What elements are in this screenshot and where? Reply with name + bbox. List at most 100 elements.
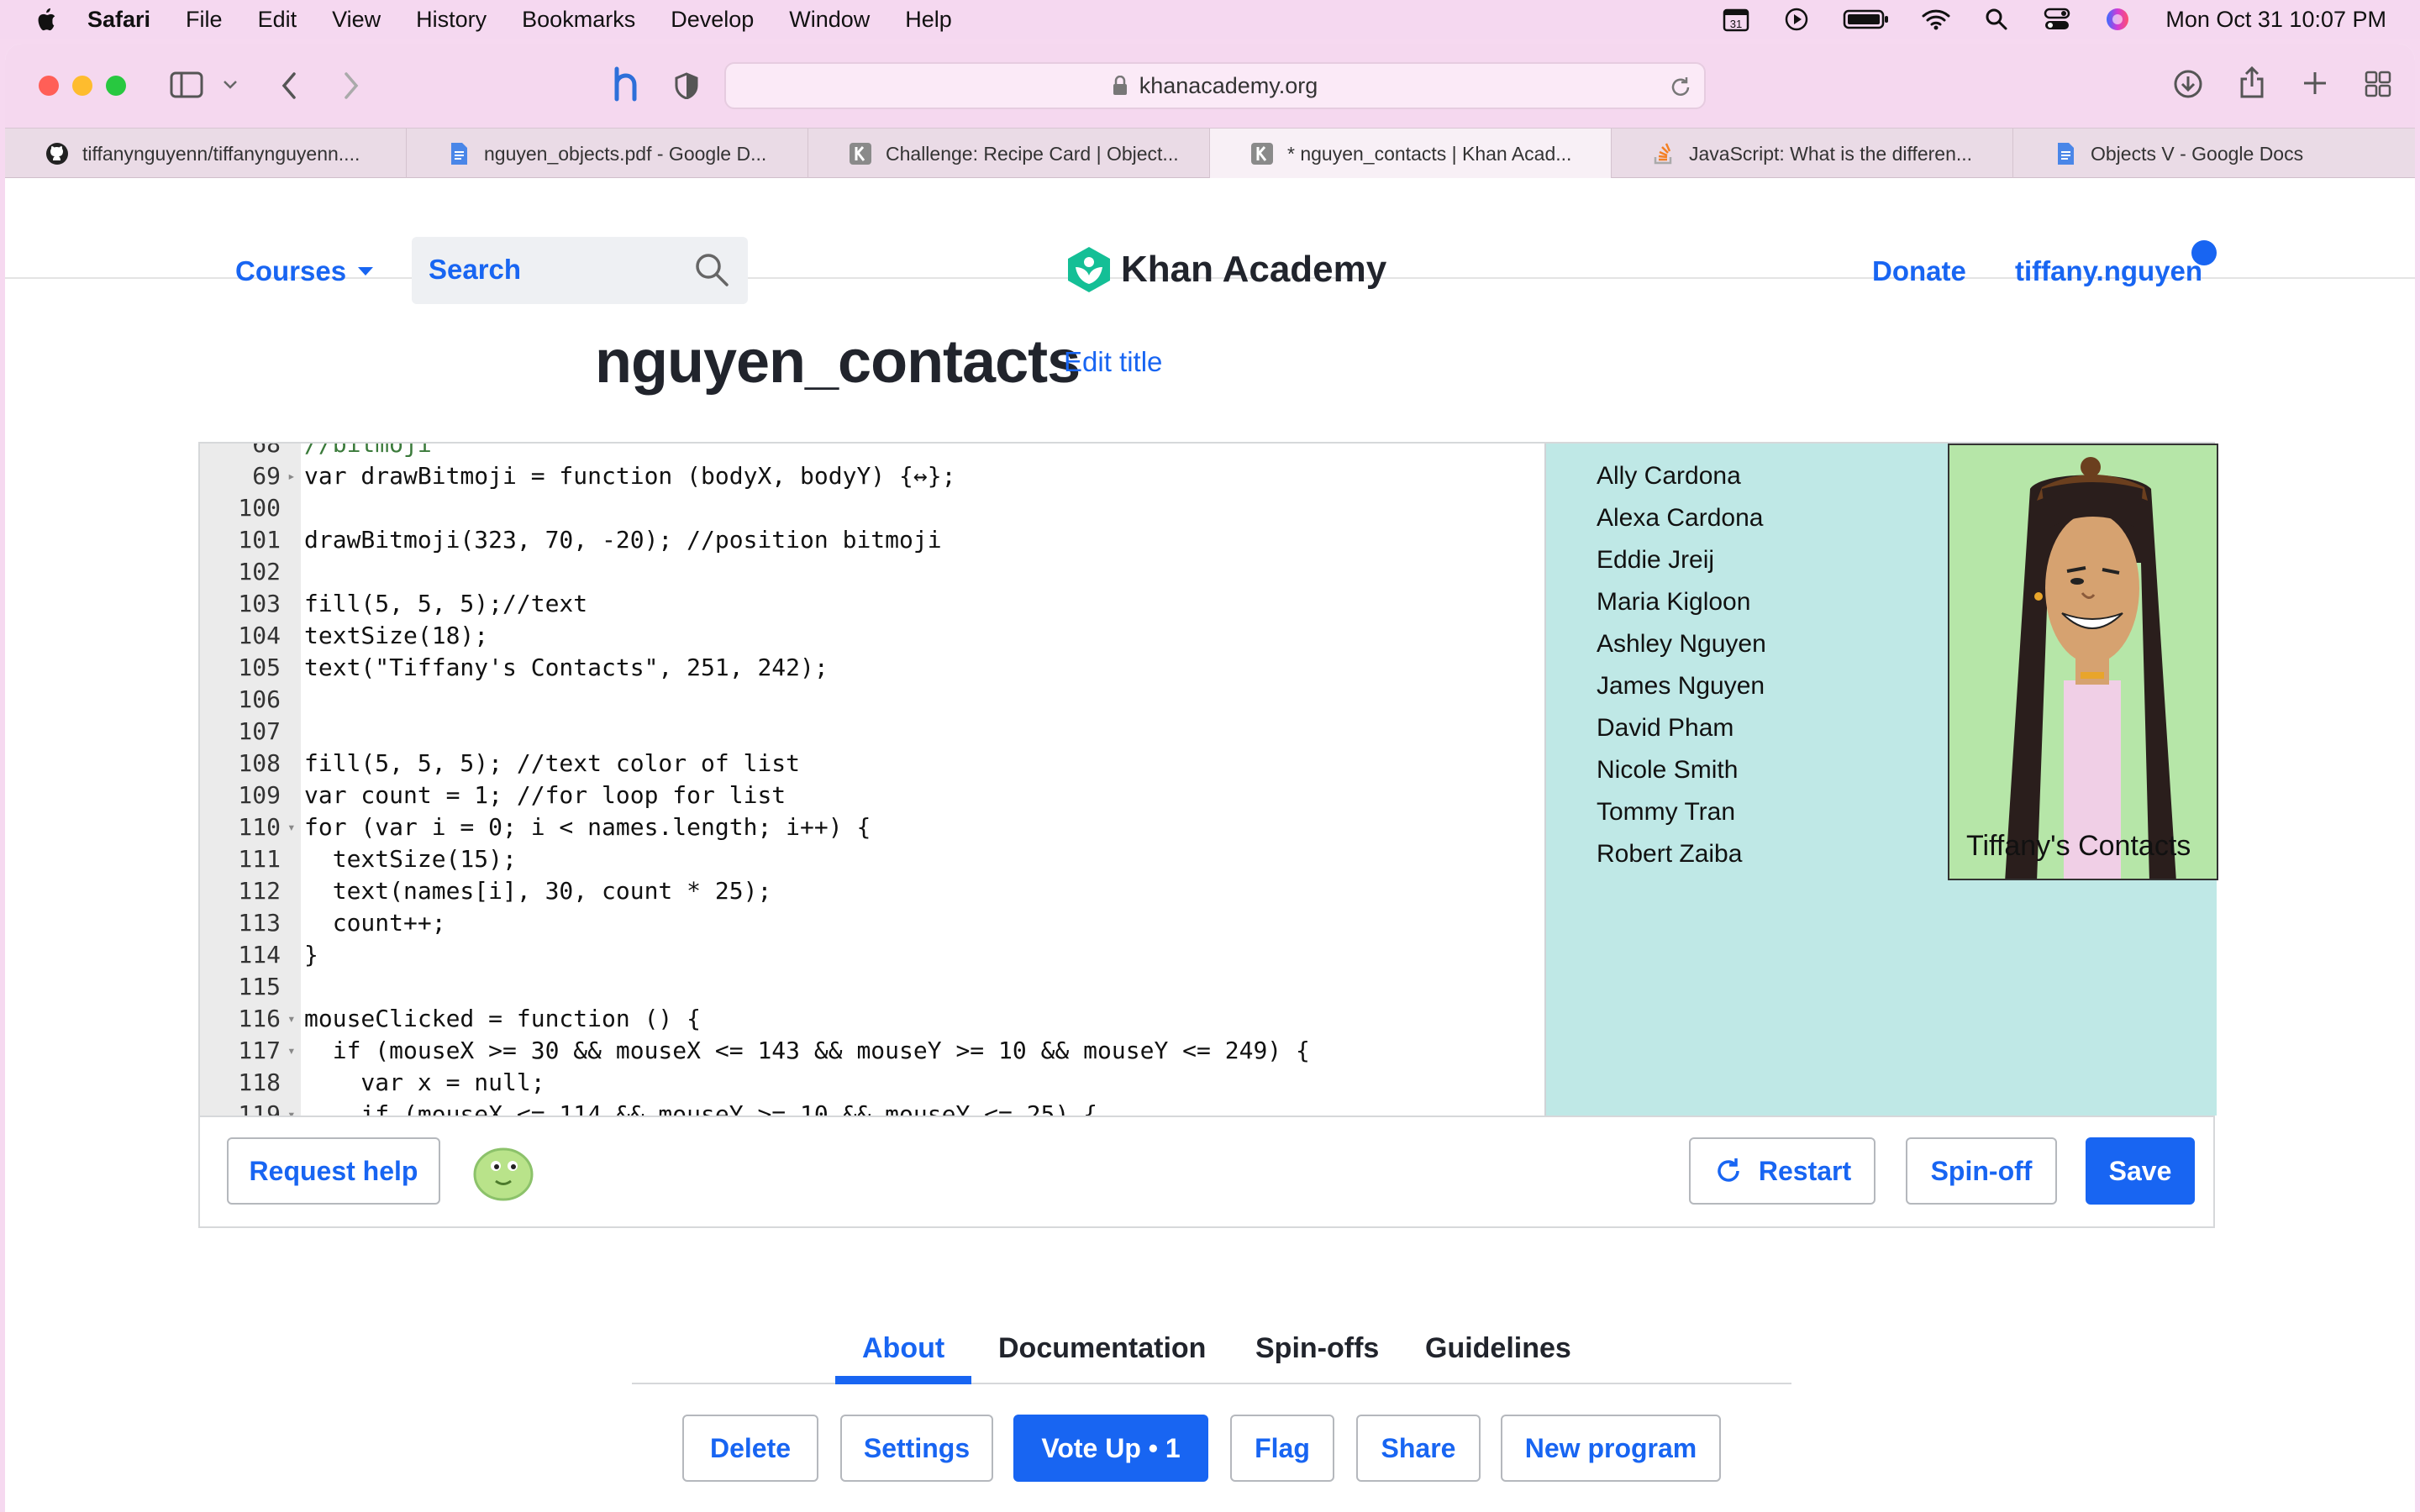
flag-button[interactable]: Flag <box>1230 1415 1334 1482</box>
request-help-button[interactable]: Request help <box>227 1137 440 1205</box>
code-editor[interactable]: 68 //bitmoji 69 ▸ var drawBitmoji = function… <box>200 444 1544 1116</box>
notification-dot[interactable] <box>2191 240 2217 265</box>
code-line[interactable]: 108 fill(5, 5, 5); //text color of list <box>200 748 1544 780</box>
menu-bookmarks[interactable]: Bookmarks <box>522 7 635 33</box>
save-button[interactable]: Save <box>2086 1137 2195 1205</box>
contact-name[interactable]: James Nguyen <box>1597 672 1765 701</box>
calendar-icon[interactable]: 31 <box>1722 7 1750 32</box>
code-line[interactable]: 106 <box>200 684 1544 716</box>
tab-spinoffs[interactable]: Spin-offs <box>1255 1332 1379 1365</box>
site-search[interactable]: Search <box>412 237 748 304</box>
fold-toggle-icon[interactable]: ▾ <box>287 1035 296 1067</box>
menu-help[interactable]: Help <box>905 7 952 33</box>
honey-extension-icon[interactable] <box>610 66 644 104</box>
menubar-clock[interactable]: Mon Oct 31 10:07 PM <box>2165 7 2386 33</box>
contact-name[interactable]: Ally Cardona <box>1597 462 1741 491</box>
reload-icon[interactable] <box>1669 76 1692 99</box>
menu-app-name[interactable]: Safari <box>87 7 150 33</box>
code-line[interactable]: 112 text(names[i], 30, count * 25); <box>200 875 1544 907</box>
code-line[interactable]: 111 textSize(15); <box>200 843 1544 875</box>
khan-academy-logo[interactable]: Khan Academy <box>1065 245 1386 294</box>
code-line[interactable]: 114} <box>200 939 1544 971</box>
code-line[interactable]: 102 <box>200 556 1544 588</box>
control-center-icon[interactable] <box>2043 7 2071 32</box>
fold-toggle-icon[interactable]: ▾ <box>287 811 296 843</box>
menu-view[interactable]: View <box>332 7 381 33</box>
downloads-icon[interactable] <box>2173 69 2203 99</box>
privacy-shield-icon[interactable] <box>674 72 699 99</box>
code-line[interactable]: 119 ▾ if (mouseX <= 114 && mouseY >= 10 &… <box>200 1099 1544 1116</box>
menu-window[interactable]: Window <box>789 7 870 33</box>
contact-name[interactable]: Ashley Nguyen <box>1597 630 1766 659</box>
browser-tab-javascript[interactable]: JavaScript: What is the differen... <box>1612 129 2013 179</box>
code-line[interactable]: 116 ▾ mouseClicked = function () { <box>200 1003 1544 1035</box>
code-line[interactable]: 113 count++; <box>200 907 1544 939</box>
tab-documentation[interactable]: Documentation <box>998 1332 1206 1365</box>
browser-tab-github[interactable]: tiffanynguyenn/tiffanynguyenn.... <box>5 129 407 179</box>
fold-toggle-icon[interactable]: ▾ <box>287 1099 296 1116</box>
code-line[interactable]: 103 fill(5, 5, 5);//text <box>200 588 1544 620</box>
address-bar[interactable]: khanacademy.org <box>724 62 1706 109</box>
tab-about[interactable]: About <box>862 1332 944 1365</box>
back-arrow-icon[interactable] <box>279 71 299 101</box>
minimize-window-button[interactable] <box>72 76 92 96</box>
code-line[interactable]: 101 drawBitmoji(323, 70, -20); //position… <box>200 524 1544 556</box>
contact-name[interactable]: Robert Zaiba <box>1597 840 1742 869</box>
settings-button[interactable]: Settings <box>840 1415 993 1482</box>
code-line[interactable]: 100 <box>200 492 1544 524</box>
close-window-button[interactable] <box>39 76 59 96</box>
contact-name[interactable]: Maria Kigloon <box>1597 588 1750 617</box>
contact-name[interactable]: David Pham <box>1597 714 1733 743</box>
menu-file[interactable]: File <box>186 7 223 33</box>
siri-icon[interactable] <box>2103 7 2132 32</box>
search-icon[interactable] <box>694 252 729 287</box>
vote-up-button[interactable]: Vote Up • 1 <box>1013 1415 1208 1482</box>
code-line[interactable]: 109 var count = 1; //for loop for list <box>200 780 1544 811</box>
fold-toggle-icon[interactable]: ▸ <box>287 460 296 492</box>
share-icon[interactable] <box>2238 66 2265 99</box>
output-canvas[interactable]: Ally Cardona Alexa Cardona Eddie Jreij Mari… <box>1544 444 2218 1116</box>
fold-toggle-icon[interactable]: ▾ <box>287 1003 296 1035</box>
browser-tab-recipe-card[interactable]: Challenge: Recipe Card | Object... <box>808 129 1210 179</box>
restart-button[interactable]: Restart <box>1689 1137 1876 1205</box>
contact-name[interactable]: Nicole Smith <box>1597 756 1738 785</box>
spotlight-search-icon[interactable] <box>1982 7 2011 32</box>
menu-edit[interactable]: Edit <box>258 7 297 33</box>
contact-name[interactable]: Eddie Jreij <box>1597 546 1714 575</box>
donate-link[interactable]: Donate <box>1872 255 1966 287</box>
spinoff-button[interactable]: Spin-off <box>1906 1137 2057 1205</box>
code-line[interactable]: 117 ▾ if (mouseX >= 30 && mouseX <= 143 &… <box>200 1035 1544 1067</box>
wifi-icon[interactable] <box>1922 7 1950 32</box>
edit-title-link[interactable]: Edit title <box>1064 346 1162 378</box>
menu-history[interactable]: History <box>416 7 487 33</box>
contact-name[interactable]: Alexa Cardona <box>1597 504 1763 533</box>
delete-button[interactable]: Delete <box>682 1415 818 1482</box>
sidebar-toggle-icon[interactable] <box>170 71 203 99</box>
forward-arrow-icon[interactable] <box>341 71 361 101</box>
code-line[interactable]: 115 <box>200 971 1544 1003</box>
chevron-down-icon[interactable] <box>222 79 239 91</box>
search-input[interactable]: Search <box>429 254 521 286</box>
play-circle-icon[interactable] <box>1782 7 1811 32</box>
tab-overview-icon[interactable] <box>2365 71 2391 97</box>
code-line[interactable]: 118 var x = null; <box>200 1067 1544 1099</box>
code-line[interactable]: 107 <box>200 716 1544 748</box>
courses-menu[interactable]: Courses <box>235 255 375 287</box>
hint-avatar-icon[interactable] <box>471 1141 536 1203</box>
code-line[interactable]: 69 ▸ var drawBitmoji = function (bodyX, bo… <box>200 460 1544 492</box>
apple-logo-icon[interactable] <box>34 7 57 32</box>
share-button[interactable]: Share <box>1356 1415 1481 1482</box>
code-line[interactable]: 110 ▾ for (var i = 0; i < names.length; i+… <box>200 811 1544 843</box>
zoom-window-button[interactable] <box>106 76 126 96</box>
browser-tab-pdf[interactable]: nguyen_objects.pdf - Google D... <box>407 129 808 179</box>
code-line[interactable]: 68 //bitmoji <box>200 444 1544 460</box>
browser-tab-nguyen-contacts[interactable]: * nguyen_contacts | Khan Acad... <box>1210 129 1612 179</box>
new-program-button[interactable]: New program <box>1501 1415 1721 1482</box>
tab-guidelines[interactable]: Guidelines <box>1425 1332 1571 1365</box>
browser-tab-objects-v[interactable]: Objects V - Google Docs <box>2013 129 2415 179</box>
battery-icon[interactable] <box>1843 7 1890 32</box>
username-link[interactable]: tiffany.nguyen <box>2015 255 2202 287</box>
code-line[interactable]: 104 textSize(18); <box>200 620 1544 652</box>
code-line[interactable]: 105 text("Tiffany's Contacts", 251, 242); <box>200 652 1544 684</box>
menu-develop[interactable]: Develop <box>671 7 754 33</box>
